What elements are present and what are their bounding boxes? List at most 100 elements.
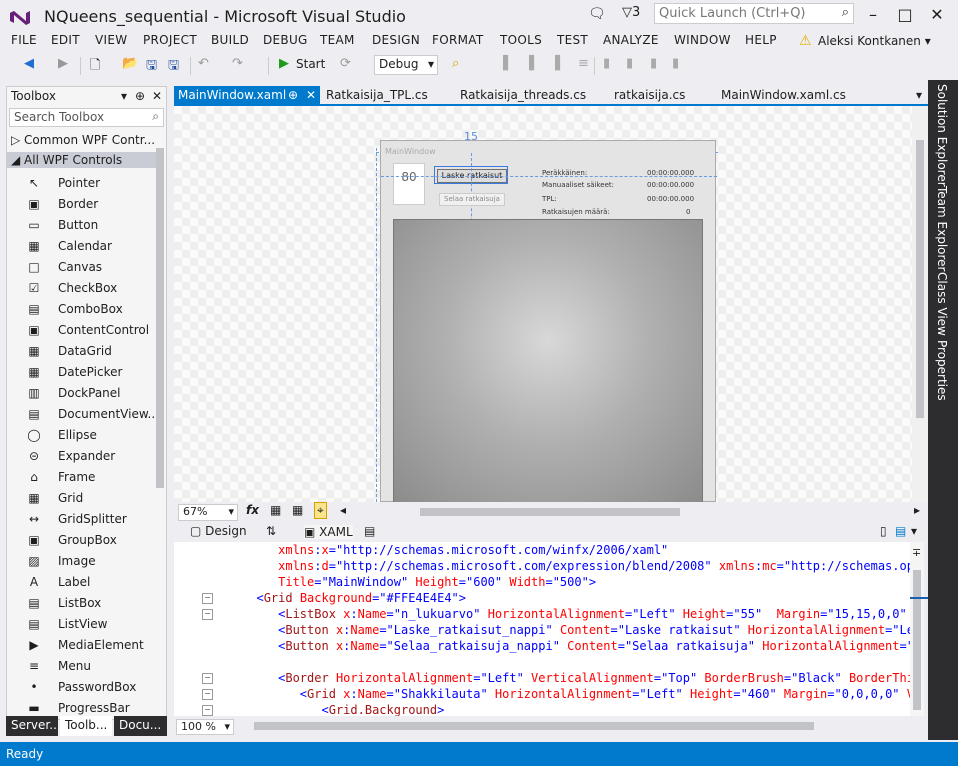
forward-icon[interactable]: ▶ <box>58 56 68 71</box>
menu-file[interactable]: FILE <box>11 33 37 47</box>
scroll-right-icon[interactable]: ▸ <box>914 503 920 517</box>
collapse-pane-icon[interactable]: ▤ <box>364 524 375 538</box>
toolbox-item-passwordbox[interactable]: • PasswordBox <box>7 677 155 698</box>
grid-icon[interactable]: ▦ <box>270 503 281 517</box>
play-icon[interactable]: ▶ <box>279 56 289 71</box>
solution-config-select[interactable]: Debug ▾ <box>374 55 438 75</box>
tab-design[interactable]: ▢ Design <box>190 524 247 538</box>
code-scroll-thumb[interactable] <box>913 570 921 710</box>
undo-icon[interactable]: ↶ <box>198 56 209 71</box>
code-line[interactable]: <Border HorizontalAlignment="Left" Verti… <box>242 670 910 686</box>
prev-bookmark-icon[interactable]: ▮ <box>626 56 633 71</box>
code-line[interactable]: <Grid Background="#FFE4E4E4"> <box>242 590 466 606</box>
toolbox-search-input[interactable]: Search Toolbox ⌕ <box>9 108 164 127</box>
xaml-code-editor[interactable]: − − − − − xmlns:x="http://schemas.microsoft.… <box>174 542 910 716</box>
menu-team[interactable]: TEAM <box>320 33 355 47</box>
toolbox-scrollbar[interactable] <box>156 148 164 488</box>
wpf-window-preview[interactable]: MainWindow 80 Laske ratkaisut Selaa ratk… <box>380 140 717 502</box>
tab-ratkaisija[interactable]: ratkaisija.cs <box>610 86 689 105</box>
back-icon[interactable]: ◀ <box>24 56 34 71</box>
code-line[interactable]: xmlns:x="http://schemas.microsoft.com/wi… <box>242 542 668 558</box>
tab-solution-explorer[interactable]: Solution Explorer <box>935 84 949 187</box>
tab-xaml[interactable]: ▣ XAML <box>304 525 353 539</box>
designer-hscroll-thumb[interactable] <box>420 508 680 516</box>
user-name[interactable]: Aleksi Kontkanen ▾ <box>818 34 931 48</box>
toolbox-item-groupbox[interactable]: ▣ GroupBox <box>7 530 155 551</box>
clear-bookmarks-icon[interactable]: ▮ <box>672 56 679 71</box>
toolbox-item-datepicker[interactable]: ▦ DatePicker <box>7 362 155 383</box>
toolbox-item-menu[interactable]: ≡ Menu <box>7 656 155 677</box>
tab-ratkaisija-threads[interactable]: Ratkaisija_threads.cs <box>456 86 590 105</box>
bookmark-icon[interactable]: ▮ <box>603 56 610 71</box>
toolbox-item-grid[interactable]: ▦ Grid <box>7 488 155 509</box>
toolbox-category-all[interactable]: ◢ All WPF Controls <box>7 152 157 168</box>
tab-toolbox[interactable]: Toolb... <box>60 716 112 736</box>
vertical-split-icon[interactable]: ▯ <box>880 524 887 538</box>
code-line[interactable]: Title="MainWindow" Height="600" Width="5… <box>242 574 596 590</box>
toolbox-item-pointer[interactable]: ↖ Pointer <box>7 173 155 194</box>
close-button[interactable]: ✕ <box>922 4 952 28</box>
toolbox-item-contentcontrol[interactable]: ▣ ContentControl <box>7 320 155 341</box>
toolbox-category-common[interactable]: ▷ Common WPF Contr... <box>11 133 155 147</box>
code-line[interactable]: <Grid x:Name="Shakkilauta" HorizontalAli… <box>242 686 910 702</box>
horizontal-split-icon[interactable]: ▤ <box>895 524 906 538</box>
close-icon[interactable]: ✕ <box>152 89 162 103</box>
code-line[interactable]: <ListBox x:Name="n_lukuarvo" HorizontalA… <box>242 606 910 622</box>
menu-tools[interactable]: TOOLS <box>500 33 542 47</box>
scroll-left-icon[interactable]: ◂ <box>340 503 346 517</box>
maximize-button[interactable]: □ <box>890 4 920 28</box>
toolbox-item-checkbox[interactable]: ☑ CheckBox <box>7 278 155 299</box>
save-icon[interactable]: 🖫 <box>146 56 157 78</box>
align-left-icon[interactable]: ▐ <box>498 56 508 71</box>
fold-toggle-icon[interactable]: − <box>202 705 213 716</box>
next-bookmark-icon[interactable]: ▮ <box>650 56 657 71</box>
notification-icon[interactable]: 🗨 <box>588 6 606 22</box>
redo-icon[interactable]: ↷ <box>232 56 243 71</box>
tab-class-view[interactable]: Class View <box>935 272 949 336</box>
open-file-icon[interactable]: 📂 <box>122 56 138 71</box>
code-scrollbar[interactable]: ∓ <box>910 542 924 716</box>
dropdown-icon[interactable]: ▾ <box>121 89 127 103</box>
tab-mainwindow-xaml-cs[interactable]: MainWindow.xaml.cs <box>717 86 850 105</box>
split-icon[interactable]: ∓ <box>912 546 921 559</box>
toolbox-item-gridsplitter[interactable]: ↔ GridSplitter <box>7 509 155 530</box>
menu-test[interactable]: TEST <box>557 33 588 47</box>
tab-ratkaisija-tpl[interactable]: Ratkaisija_TPL.cs <box>322 86 432 105</box>
refresh-icon[interactable]: ⟳ <box>340 56 351 71</box>
tab-properties[interactable]: Properties <box>935 340 949 401</box>
toolbox-item-combobox[interactable]: ▤ ComboBox <box>7 299 155 320</box>
start-button[interactable]: Start <box>296 57 325 71</box>
align-center-icon[interactable]: ▐ <box>524 56 534 71</box>
listbox-n-lukuarvo[interactable]: 80 <box>393 163 425 205</box>
quick-launch-input[interactable]: Quick Launch (Ctrl+Q) ⌕ <box>654 3 854 24</box>
toolbox-item-listbox[interactable]: ▤ ListBox <box>7 593 155 614</box>
fx-icon[interactable]: fx <box>246 503 259 517</box>
close-icon[interactable]: ✕ <box>306 88 316 102</box>
toolbox-item-ellipse[interactable]: ◯ Ellipse <box>7 425 155 446</box>
xaml-designer[interactable]: MainWindow 80 Laske ratkaisut Selaa ratk… <box>174 106 928 502</box>
fold-toggle-icon[interactable]: − <box>202 673 213 684</box>
menu-project[interactable]: PROJECT <box>143 33 197 47</box>
pin-icon[interactable]: ⊕ <box>288 88 298 102</box>
menu-view[interactable]: VIEW <box>95 33 127 47</box>
toolbox-item-label[interactable]: A Label <box>7 572 155 593</box>
selaa-ratkaisuja-button[interactable]: Selaa ratkaisuja <box>439 193 505 206</box>
save-all-icon[interactable]: 🖫 <box>168 56 179 78</box>
new-project-icon[interactable]: 🗋 <box>90 56 100 78</box>
menu-build[interactable]: BUILD <box>211 33 249 47</box>
toolbox-item-frame[interactable]: ⌂ Frame <box>7 467 155 488</box>
snap-lines-icon[interactable]: ⌖ <box>314 502 327 519</box>
menu-edit[interactable]: EDIT <box>51 33 80 47</box>
designer-scroll-thumb[interactable] <box>916 140 924 418</box>
tab-mainwindow-xaml[interactable]: MainWindow.xaml ⊕ ✕ <box>174 86 320 105</box>
menu-window[interactable]: WINDOW <box>674 33 731 47</box>
tab-overflow-icon[interactable]: ▾ <box>912 86 926 105</box>
fold-toggle-icon[interactable]: − <box>202 689 213 700</box>
fold-toggle-icon[interactable]: − <box>202 609 213 620</box>
menu-help[interactable]: HELP <box>745 33 777 47</box>
align-right-icon[interactable]: ▐ <box>550 56 560 71</box>
fold-toggle-icon[interactable]: − <box>202 593 213 604</box>
pin-icon[interactable]: ⊕ <box>135 89 145 103</box>
menu-format[interactable]: FORMAT <box>432 33 483 47</box>
tab-document-outline[interactable]: Docu... <box>114 716 167 736</box>
